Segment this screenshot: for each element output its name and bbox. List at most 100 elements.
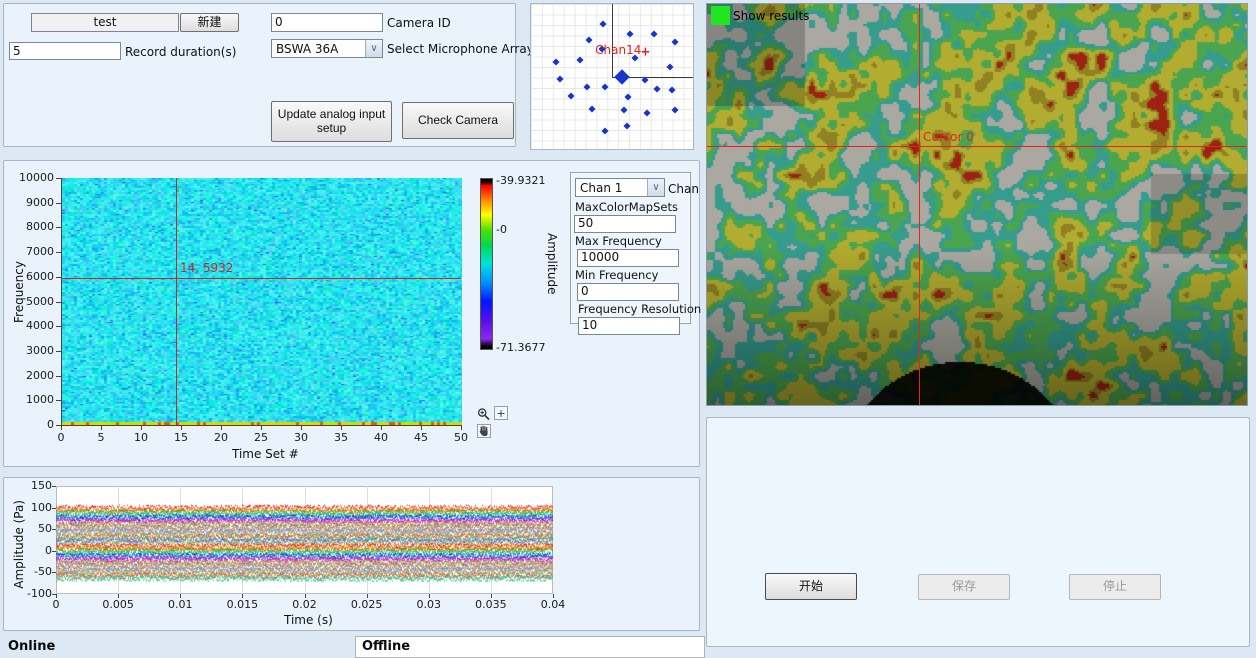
spectrogram-ytick: 7000 xyxy=(16,245,54,258)
spectrogram-cursor-vline[interactable] xyxy=(176,178,177,425)
spectrogram-ytick: 8000 xyxy=(16,220,54,233)
waveform-xtick-mark xyxy=(56,594,57,598)
mic-dot xyxy=(671,106,678,113)
waveform-xtick: 0.03 xyxy=(411,598,447,611)
mic-array-label: Select Microphone Array xyxy=(387,42,534,56)
waveform-xtick-mark xyxy=(429,594,430,598)
spectrogram-xtick: 25 xyxy=(249,431,273,444)
spectrogram-xtick: 10 xyxy=(129,431,153,444)
zoom-tool-icon[interactable] xyxy=(476,407,492,423)
mic-center-cluster xyxy=(615,69,631,85)
waveform-ytick-mark xyxy=(52,572,56,573)
acoustic-map-canvas xyxy=(707,4,1247,405)
waveform-xtick-mark xyxy=(367,594,368,598)
spectrogram-xtick-mark xyxy=(421,426,422,430)
waveform-xtick: 0.025 xyxy=(349,598,385,611)
spectrogram-cursor-label: 14, 5932 xyxy=(180,261,233,275)
mic-dot xyxy=(671,39,678,46)
spectrogram-ytick: 3000 xyxy=(16,344,54,357)
spectrogram-ytick-mark xyxy=(56,302,61,303)
mic-dot xyxy=(624,123,631,130)
spectrogram-ytick-mark xyxy=(56,376,61,377)
colorbar-max-label: -39.9321 xyxy=(496,174,545,187)
run-control-panel: 开始 保存 停止 xyxy=(706,417,1250,647)
colorbar-axis-label: Amplitude xyxy=(545,233,559,295)
min-frequency-field[interactable]: 0 xyxy=(577,283,679,301)
maxcolormapsets-field[interactable]: 50 xyxy=(574,215,676,233)
channel-dropdown[interactable]: Chan 1 ∨ xyxy=(575,178,665,197)
camera-id-label: Camera ID xyxy=(387,16,451,30)
offline-status-label: Offline xyxy=(362,639,410,654)
camera-cursor-vline[interactable] xyxy=(919,4,920,405)
mic-array-dropdown[interactable]: BSWA 36A ∨ xyxy=(271,39,383,58)
spectrogram-xtick-mark xyxy=(341,426,342,430)
spectrogram-xtick: 50 xyxy=(449,431,473,444)
channel-label: Chan xyxy=(668,182,699,196)
camera-id-field[interactable]: 0 xyxy=(271,13,383,32)
spectrogram-xlabel: Time Set # xyxy=(232,447,299,461)
spectrogram-xtick: 5 xyxy=(89,431,113,444)
mic-highlight-cross-icon: + xyxy=(640,44,650,58)
show-results-checkbox[interactable] xyxy=(711,6,730,25)
spectrogram-ytick-mark xyxy=(56,178,61,179)
spectrogram-ytick: 10000 xyxy=(16,171,54,184)
chevron-down-icon: ∨ xyxy=(365,40,382,57)
mic-array-value: BSWA 36A xyxy=(272,42,365,56)
stop-button: 停止 xyxy=(1069,574,1161,600)
spectrogram-ytick-mark xyxy=(56,203,61,204)
mic-highlight-label: Chan14 xyxy=(595,43,641,57)
spectrogram-canvas xyxy=(61,178,462,426)
mic-dot xyxy=(620,106,627,113)
waveform-ytick-mark xyxy=(52,551,56,552)
spectrogram-xtick-mark xyxy=(61,426,62,430)
spectrogram-ytick: 2000 xyxy=(16,369,54,382)
spectrogram-xtick-mark xyxy=(181,426,182,430)
waveform-xtick: 0.01 xyxy=(162,598,198,611)
offline-status-box: Offline xyxy=(355,636,705,658)
cursor-tool-button[interactable]: + xyxy=(494,406,508,420)
mic-dot xyxy=(576,57,583,64)
update-analog-input-button[interactable]: Update analog input setup xyxy=(271,101,392,142)
waveform-xtick-mark xyxy=(553,594,554,598)
acoustic-camera-app-window: test 新建 5 Record duration(s) 0 Camera ID… xyxy=(0,0,1256,658)
maxcolormapsets-label: MaxColorMapSets xyxy=(575,200,701,214)
project-name-field[interactable]: test xyxy=(31,13,179,32)
spectrogram-xtick-mark xyxy=(141,426,142,430)
spectrogram-ytick-mark xyxy=(56,252,61,253)
spectrogram-ytick: 9000 xyxy=(16,196,54,209)
pan-hand-tool-button[interactable] xyxy=(477,424,491,438)
colorbar-mid-label: -0 xyxy=(496,223,507,236)
max-frequency-field[interactable]: 10000 xyxy=(577,249,679,267)
waveform-xtick: 0.015 xyxy=(224,598,260,611)
hand-icon xyxy=(478,425,490,437)
record-duration-field[interactable]: 5 xyxy=(9,42,121,60)
chevron-down-icon: ∨ xyxy=(647,179,664,196)
new-project-button[interactable]: 新建 xyxy=(180,13,239,32)
mic-dot-layer xyxy=(531,4,693,149)
colorbar-min-label: -71.3677 xyxy=(496,341,545,354)
spectrogram-ytick-mark xyxy=(56,326,61,327)
colorbar xyxy=(480,178,493,350)
waveform-xtick: 0.035 xyxy=(473,598,509,611)
waveform-canvas xyxy=(56,486,553,594)
spectrogram-cursor-hline[interactable] xyxy=(61,278,461,279)
start-button[interactable]: 开始 xyxy=(765,573,857,600)
mic-dot xyxy=(601,128,608,135)
check-camera-button[interactable]: Check Camera xyxy=(402,102,514,139)
record-duration-label: Record duration(s) xyxy=(125,45,236,59)
waveform-ytick-mark xyxy=(52,486,56,487)
spectrogram-xtick-mark xyxy=(301,426,302,430)
waveform-xtick: 0.005 xyxy=(100,598,136,611)
frequency-resolution-field[interactable]: 10 xyxy=(578,317,680,335)
waveform-xtick-mark xyxy=(242,594,243,598)
spectrogram-xtick: 0 xyxy=(49,431,73,444)
mic-dot xyxy=(668,86,675,93)
camera-cursor-hline[interactable] xyxy=(707,146,1247,147)
mic-dot xyxy=(567,92,574,99)
mic-dot xyxy=(599,20,606,27)
spectrogram-xtick-mark xyxy=(381,426,382,430)
waveform-ylabel: Amplitude (Pa) xyxy=(12,500,26,589)
spectrogram-ytick: 0 xyxy=(16,418,54,431)
spectrogram-ylabel: Frequency xyxy=(12,261,26,323)
waveform-xtick: 0.04 xyxy=(535,598,571,611)
